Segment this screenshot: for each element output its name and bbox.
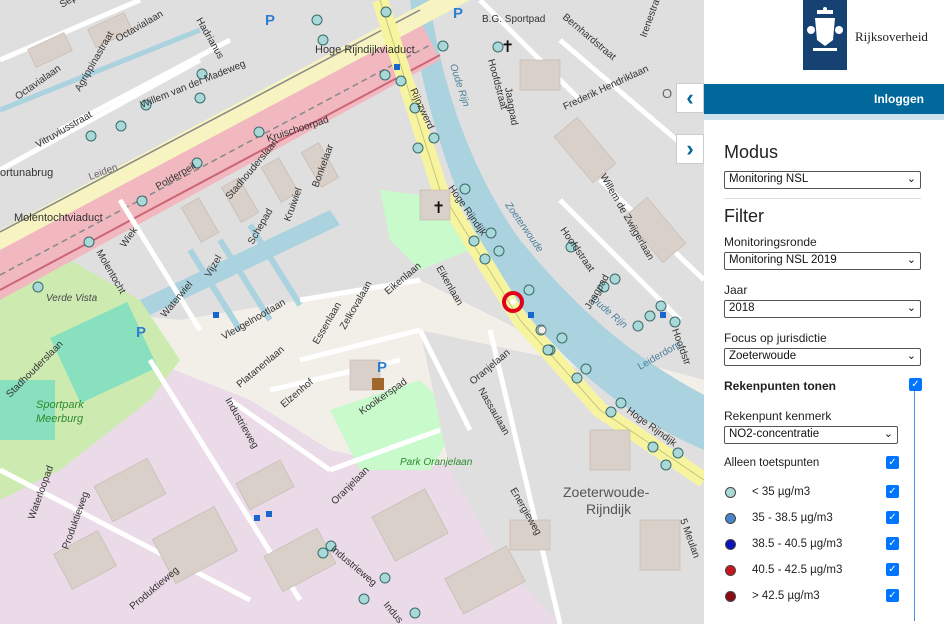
modus-title: Modus [724,142,779,162]
chevron-down-icon: ⌄ [906,302,916,314]
legend-label: > 42.5 µg/m3 [752,590,820,602]
label-park: Park Oranjelaan [400,457,473,468]
label-bg-sportpad: B.G. Sportpad [482,14,545,25]
ronde-select-value: Monitoring NSL 2019 [729,254,837,266]
legend-label: 35 - 38.5 µg/m3 [752,512,833,524]
label-zr2: Rijndijk [586,501,632,517]
legend-checkbox[interactable]: ✓ [886,537,899,550]
focus-select-value: Zoeterwoude [729,350,797,362]
legend-swatch [725,539,736,550]
rijksoverheid-logo [803,0,847,70]
filter-title: Filter [724,206,764,226]
label-zr1: Zoeterwoude- [563,484,650,500]
svg-text:P: P [377,359,387,376]
map-view[interactable]: PP PP ✝ ✝ Willem van der Madeweg Hoge Rij… [0,0,704,624]
modus-select-value: Monitoring NSL [729,173,809,185]
kenmerk-label: Rekenpunt kenmerk [724,409,832,423]
label-o: O [662,86,672,101]
brand-name: Rijksoverheid [855,29,928,44]
legend-checkbox[interactable]: ✓ [886,511,899,524]
kenmerk-select-value: NO2-concentratie [729,428,820,440]
legend-checkbox[interactable]: ✓ [886,563,899,576]
collapse-panel-button[interactable]: › [676,134,704,164]
map-canvas[interactable]: PP PP ✝✝ Willem van der Madeweg Hoge Rij… [0,0,704,624]
side-panel: Rijksoverheid Inloggen Modus Monitoring … [704,0,944,624]
label-molentocht: Molentochtviaduct [14,212,103,224]
svg-text:✝: ✝ [501,37,514,56]
ronde-label: Monitoringsronde [724,235,817,249]
kenmerk-select[interactable]: NO2-concentratie ⌄ [724,426,898,444]
chevron-down-icon: ⌄ [906,350,916,362]
crest-icon [807,7,843,51]
chevron-right-icon: › [686,136,694,161]
chevron-down-icon: ⌄ [906,173,916,185]
jaar-select-value: 2018 [729,302,755,314]
label-verde: Verde Vista [46,293,98,304]
jaar-label: Jaar [724,283,748,297]
toetspunten-label: Alleen toetspunten [724,457,820,469]
legend-swatch [725,513,736,524]
legend-label: < 35 µg/m3 [752,486,811,498]
accent-line [704,114,944,120]
label-fortuna: ortunabrug [0,167,53,179]
divider [724,198,921,199]
svg-text:P: P [265,12,275,29]
rekenpunten-checkbox[interactable]: ✓ [909,378,922,391]
label-hoge-viaduct: Hoge Rijndijkviaduct [315,44,415,56]
legend-label: 38.5 - 40.5 µg/m3 [752,538,843,550]
collapse-header-button[interactable]: ‹ [676,83,704,113]
legend-swatch [725,565,736,576]
svg-text:✝: ✝ [432,198,445,217]
legend-swatch [725,591,736,602]
login-button[interactable]: Inloggen [874,92,924,106]
ronde-select[interactable]: Monitoring NSL 2019 ⌄ [724,252,921,270]
modus-select[interactable]: Monitoring NSL ⌄ [724,171,921,189]
chevron-left-icon: ‹ [686,85,694,110]
login-bar: Inloggen [704,84,944,114]
label-meerburg: Meerburg [36,413,84,425]
chevron-down-icon: ⌄ [906,254,916,266]
svg-text:P: P [136,324,146,341]
jaar-select[interactable]: 2018 ⌄ [724,300,921,318]
svg-text:P: P [453,5,463,22]
legend-label: 40.5 - 42.5 µg/m3 [752,564,843,576]
label-sportpark: Sportpark [36,399,84,411]
rekenpunten-label: Rekenpunten tonen [724,379,837,393]
legend-checkbox[interactable]: ✓ [886,589,899,602]
group-line [914,391,915,621]
focus-select[interactable]: Zoeterwoude ⌄ [724,348,921,366]
toetspunten-checkbox[interactable]: ✓ [886,456,899,469]
focus-label: Focus op jurisdictie [724,331,827,345]
legend-swatch [725,487,736,498]
chevron-down-icon: ⌄ [883,428,893,440]
legend-checkbox[interactable]: ✓ [886,485,899,498]
